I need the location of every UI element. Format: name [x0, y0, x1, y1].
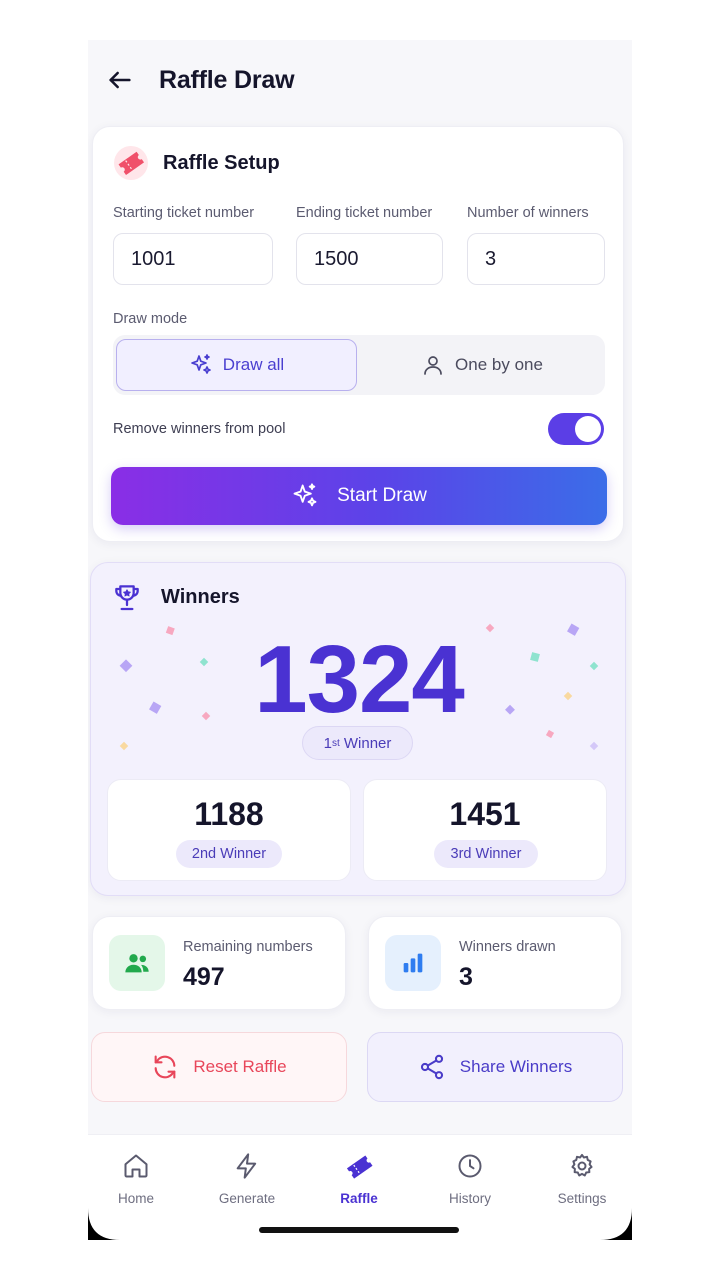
first-winner-label: Winner	[339, 734, 392, 752]
person-icon	[424, 356, 442, 375]
winners-count-input[interactable]: 3	[467, 233, 605, 285]
winners-card: Winners 1324 1st Winner 1188 2nd Winner …	[90, 562, 626, 896]
raffle-setup-card: Raffle Setup Starting ticket number Endi…	[92, 126, 624, 542]
draw-all-label: Draw all	[222, 355, 285, 374]
remaining-numbers-value: 497	[183, 963, 225, 991]
one-by-one-label: One by one	[455, 355, 543, 374]
winners-count-label: Number of winners	[467, 205, 589, 221]
draw-mode-selector: Draw all One by one	[113, 335, 605, 395]
first-winner-ordinal-suffix: st	[331, 737, 340, 749]
draw-mode-label: Draw mode	[113, 311, 188, 327]
setup-title-row: Raffle Setup	[113, 145, 280, 181]
remove-winners-toggle[interactable]	[548, 413, 604, 445]
nav-history-label: History	[448, 1191, 491, 1206]
home-indicator	[259, 1227, 459, 1233]
end-ticket-label: Ending ticket number	[296, 205, 433, 221]
share-winners-button[interactable]: Share Winners	[367, 1032, 623, 1102]
first-winner-number: 1324	[254, 626, 465, 733]
home-icon	[121, 1151, 151, 1181]
nav-home[interactable]: Home	[88, 1151, 184, 1206]
one-by-one-option[interactable]: One by one	[363, 339, 601, 391]
share-winners-label: Share Winners	[459, 1057, 573, 1076]
nav-settings-label: Settings	[557, 1191, 607, 1206]
nav-settings[interactable]: Settings	[534, 1151, 630, 1206]
winners-drawn-card: Winners drawn 3	[368, 916, 622, 1010]
toggle-knob	[575, 416, 601, 442]
gear-icon	[567, 1151, 597, 1181]
second-winner-card: 1188 2nd Winner	[107, 779, 351, 881]
remaining-numbers-card: Remaining numbers 497	[92, 916, 346, 1010]
nav-raffle-label: Raffle	[340, 1191, 378, 1206]
reset-raffle-button[interactable]: Reset Raffle	[91, 1032, 347, 1102]
bolt-icon	[232, 1151, 262, 1181]
users-icon	[109, 935, 165, 991]
sparkles-icon	[190, 354, 211, 374]
share-icon	[420, 1054, 443, 1080]
reset-raffle-label: Reset Raffle	[193, 1057, 287, 1076]
start-draw-button[interactable]: Start Draw	[111, 467, 607, 525]
first-winner-badge: 1st Winner	[302, 726, 413, 760]
bottom-navigation: Home Generate Raffle History Settings	[88, 1134, 632, 1240]
ticket-icon	[113, 145, 149, 181]
bar-chart-icon	[385, 935, 441, 991]
remove-winners-label: Remove winners from pool	[113, 421, 286, 437]
refresh-icon	[154, 1055, 176, 1079]
third-winner-number: 1451	[449, 796, 521, 832]
trophy-icon	[115, 585, 139, 611]
clock-icon	[455, 1151, 485, 1181]
draw-all-option[interactable]: Draw all	[116, 339, 357, 391]
third-winner-card: 1451 3rd Winner	[363, 779, 607, 881]
ticket-icon	[344, 1151, 374, 1181]
third-winner-badge: 3rd Winner	[434, 840, 538, 868]
second-winner-badge: 2nd Winner	[176, 840, 282, 868]
sparkles-icon	[293, 483, 317, 507]
first-winner-ordinal: 1	[323, 734, 332, 752]
nav-generate-label: Generate	[218, 1191, 276, 1206]
arrow-left-icon	[109, 71, 131, 89]
second-winner-number: 1188	[194, 796, 264, 832]
winners-drawn-value: 3	[459, 963, 473, 991]
winners-title-row: Winners	[111, 581, 240, 613]
remaining-numbers-label: Remaining numbers	[183, 939, 313, 955]
nav-generate[interactable]: Generate	[199, 1151, 295, 1206]
nav-history[interactable]: History	[422, 1151, 518, 1206]
nav-raffle[interactable]: Raffle	[311, 1151, 407, 1206]
app-screen: Raffle Draw Raffle Setup Starting ticket…	[88, 40, 632, 1240]
end-ticket-input[interactable]: 1500	[296, 233, 443, 285]
start-draw-label: Start Draw	[337, 485, 427, 506]
winners-title: Winners	[161, 585, 240, 608]
back-button[interactable]	[104, 64, 136, 96]
top-bar: Raffle Draw	[88, 60, 632, 100]
winners-drawn-label: Winners drawn	[459, 939, 556, 955]
setup-title: Raffle Setup	[163, 151, 280, 174]
page-title: Raffle Draw	[159, 66, 295, 94]
start-ticket-label: Starting ticket number	[113, 205, 255, 221]
start-ticket-input[interactable]: 1001	[113, 233, 273, 285]
nav-home-label: Home	[117, 1191, 154, 1206]
